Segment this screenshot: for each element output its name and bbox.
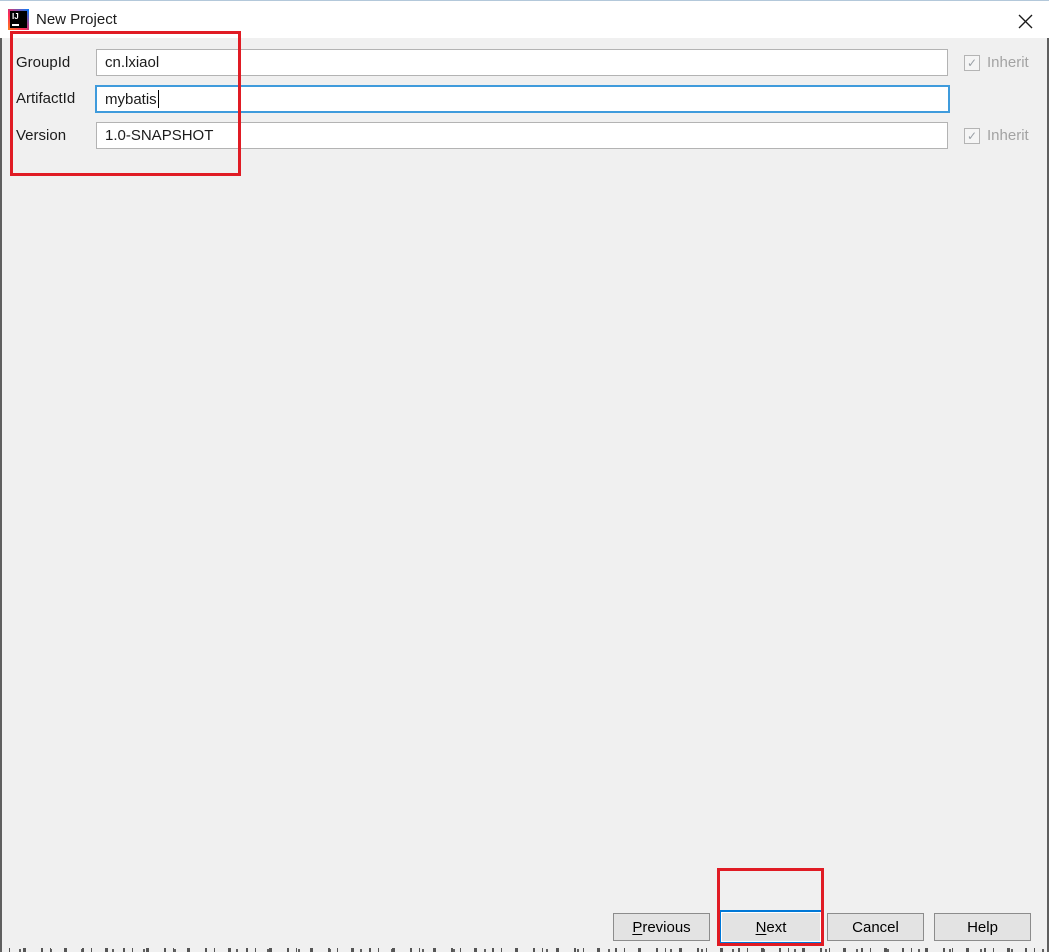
background-window-artifacts [0,947,1049,952]
artifactid-value: mybatis [105,90,157,108]
close-button[interactable] [1011,8,1039,34]
dialog-body: GroupId cn.lxiaol ✓ Inherit ArtifactId m… [0,31,1049,952]
artifactid-input[interactable]: mybatis [95,85,950,113]
intellij-logo-bar [12,24,19,26]
groupid-input[interactable]: cn.lxiaol [96,49,948,76]
next-button-focus-ring: Next [719,910,823,944]
inherit-checkbox-version[interactable]: ✓ [964,127,980,144]
previous-button[interactable]: Previous [613,913,710,941]
inherit-label-groupid: Inherit [987,54,1029,71]
inherit-label-version: Inherit [987,127,1029,144]
intellij-logo-text: IJ [12,12,19,21]
checkmark-icon: ✓ [966,55,978,70]
intellij-logo-icon: IJ [8,9,29,30]
new-project-dialog: IJ New Project GroupId cn.lxiaol ✓ Inher… [0,0,1049,952]
checkmark-icon: ✓ [966,128,978,143]
version-value: 1.0-SNAPSHOT [105,127,214,144]
inherit-group-groupid: ✓ Inherit [964,49,1029,76]
window-left-edge [0,38,2,952]
version-label: Version [16,127,67,144]
groupid-label: GroupId [16,54,71,71]
next-button[interactable]: Next [722,913,820,941]
close-icon [1018,14,1032,28]
text-caret [157,90,159,108]
inherit-group-version: ✓ Inherit [964,122,1029,149]
artifactid-label: ArtifactId [16,90,76,107]
dialog-title: New Project [36,11,117,28]
cancel-button[interactable]: Cancel [827,913,924,941]
groupid-value: cn.lxiaol [105,54,160,71]
version-input[interactable]: 1.0-SNAPSHOT [96,122,948,149]
inherit-checkbox-groupid[interactable]: ✓ [964,54,980,71]
title-bar: IJ New Project [0,0,1049,38]
help-button[interactable]: Help [934,913,1031,941]
